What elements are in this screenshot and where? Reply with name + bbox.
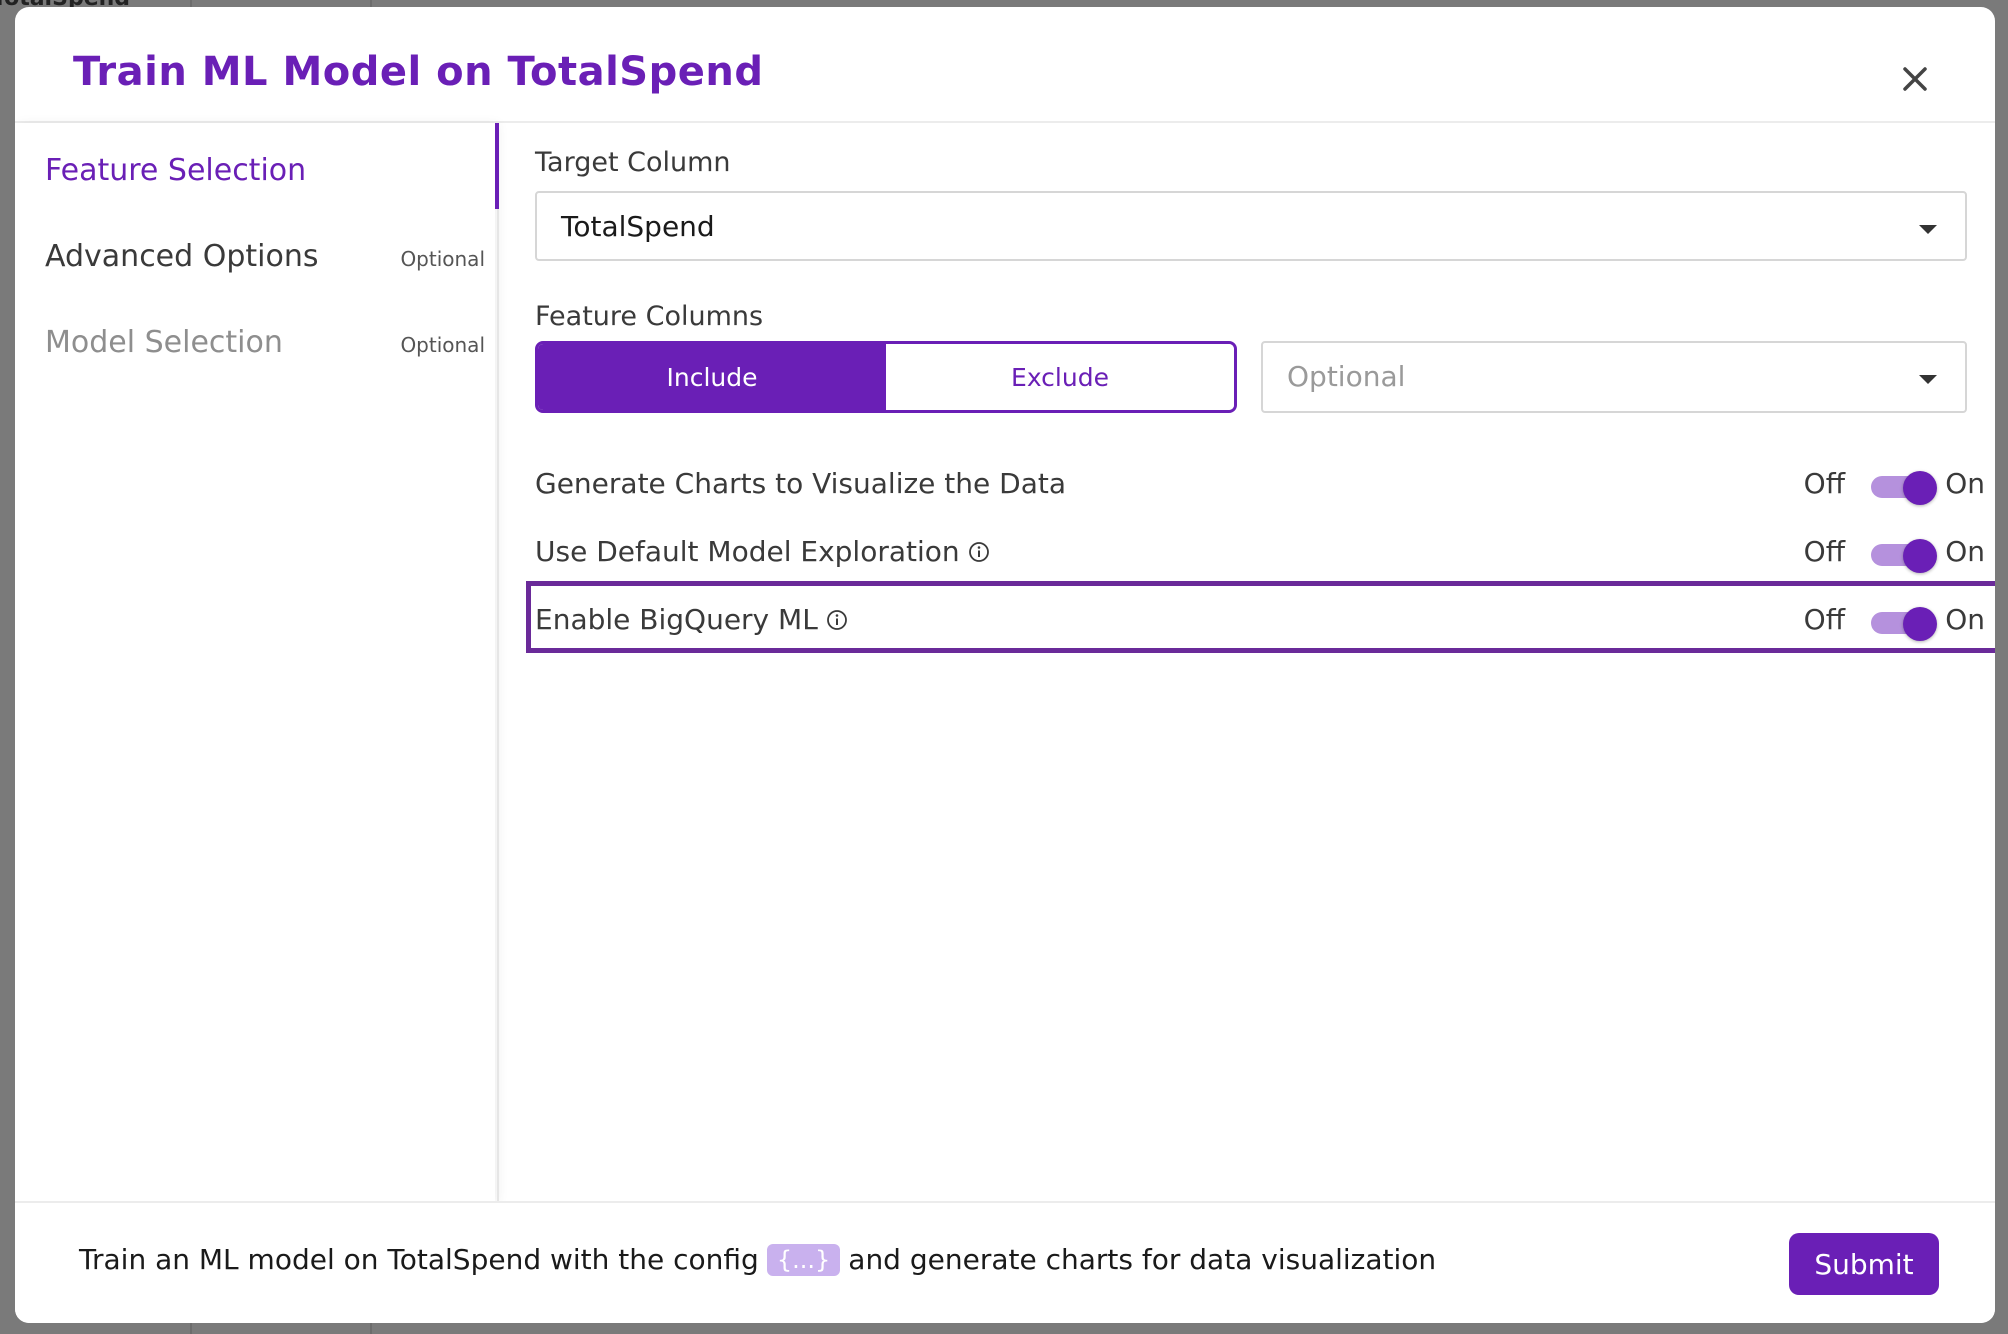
summary-text-after: and generate charts for data visualizati…	[848, 1243, 1437, 1276]
target-column-select[interactable]: TotalSpend	[535, 191, 1967, 261]
close-icon	[1903, 67, 1927, 91]
toggle-label: Generate Charts to Visualize the Data	[535, 467, 1066, 500]
feature-columns-placeholder: Optional	[1287, 360, 1406, 393]
chevron-down-icon	[1919, 225, 1937, 234]
info-icon[interactable]	[826, 609, 848, 631]
include-exclude-toggle: Include Exclude	[535, 341, 1237, 413]
enable-bigquery-ml-switch[interactable]	[1871, 607, 1937, 641]
toggle-row-enable-bigquery-ml: Enable BigQuery ML Off On	[535, 593, 1985, 653]
toggle-label: Use Default Model Exploration	[535, 535, 990, 568]
dialog-title: Train ML Model on TotalSpend	[73, 49, 764, 95]
toggle-on-label: On	[1945, 467, 1985, 500]
toggle-label-text: Generate Charts to Visualize the Data	[535, 467, 1067, 500]
chevron-down-icon	[1919, 375, 1937, 384]
toggle-label: Enable BigQuery ML	[535, 603, 848, 636]
feature-selection-panel: Target Column TotalSpend Feature Columns…	[535, 123, 1985, 1203]
include-button[interactable]: Include	[538, 344, 886, 410]
dialog-header: Train ML Model on TotalSpend	[15, 7, 1995, 123]
config-chip[interactable]: {...}	[766, 1243, 841, 1276]
default-model-exploration-switch[interactable]	[1871, 539, 1937, 573]
steps-sidebar: Feature Selection Advanced Options Optio…	[15, 123, 499, 1203]
active-step-indicator	[495, 123, 499, 209]
exclude-button[interactable]: Exclude	[886, 344, 1234, 410]
submit-button[interactable]: Submit	[1789, 1233, 1939, 1295]
toggle-label-text: Use Default Model Exploration	[535, 535, 960, 568]
target-column-label: Target Column	[535, 147, 731, 178]
switch-thumb	[1903, 471, 1937, 505]
toggle-off-label: Off	[1803, 603, 1845, 636]
close-button[interactable]	[1895, 59, 1935, 99]
step-feature-selection[interactable]: Feature Selection	[45, 153, 485, 203]
optional-tag: Optional	[400, 333, 485, 357]
toggle-off-label: Off	[1803, 535, 1845, 568]
sidebar-divider	[497, 209, 499, 1203]
summary-text-before: Train an ML model on TotalSpend with the…	[79, 1243, 759, 1276]
toggle-off-label: Off	[1803, 467, 1845, 500]
switch-thumb	[1903, 539, 1937, 573]
target-column-value: TotalSpend	[561, 210, 715, 243]
optional-tag: Optional	[400, 247, 485, 271]
dialog-footer: Train an ML model on TotalSpend with the…	[15, 1201, 1995, 1323]
toggle-row-default-model-exploration: Use Default Model Exploration Off On	[535, 525, 1985, 585]
step-model-selection[interactable]: Model Selection Optional	[45, 325, 485, 375]
config-summary: Train an ML model on TotalSpend with the…	[79, 1243, 1436, 1276]
toggle-on-label: On	[1945, 535, 1985, 568]
step-advanced-options[interactable]: Advanced Options Optional	[45, 239, 485, 289]
step-label: Advanced Options	[45, 239, 319, 274]
toggle-label-text: Enable BigQuery ML	[535, 603, 818, 636]
step-label: Feature Selection	[45, 153, 307, 188]
switch-thumb	[1903, 607, 1937, 641]
step-label: Model Selection	[45, 325, 283, 360]
train-model-dialog: Train ML Model on TotalSpend Feature Sel…	[15, 7, 1995, 1323]
toggle-row-generate-charts: Generate Charts to Visualize the Data Of…	[535, 457, 1985, 517]
feature-columns-label: Feature Columns	[535, 301, 764, 332]
feature-columns-select[interactable]: Optional	[1261, 341, 1967, 413]
info-icon[interactable]	[968, 541, 990, 563]
generate-charts-switch[interactable]	[1871, 471, 1937, 505]
toggle-on-label: On	[1945, 603, 1985, 636]
